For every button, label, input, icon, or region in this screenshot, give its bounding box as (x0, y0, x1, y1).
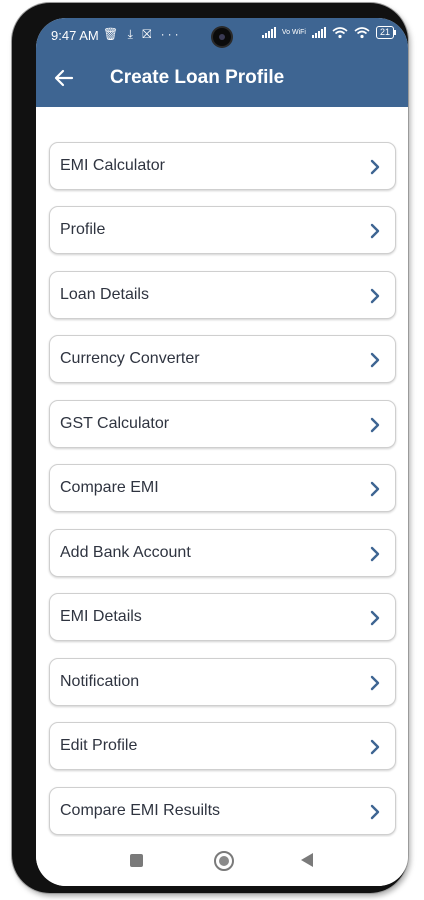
home-icon[interactable] (214, 851, 234, 871)
notification-icons: 🗑 ⤓ ⛝ ··· (103, 27, 182, 41)
wifi-icon-2 (354, 26, 370, 38)
menu-item-label: Notification (60, 673, 140, 690)
menu-item-emi-calculator[interactable]: EMI Calculator (49, 142, 396, 190)
chevron-right-icon (370, 481, 380, 497)
chevron-right-icon (370, 804, 380, 820)
menu-item-label: GST Calculator (60, 415, 170, 432)
status-bar: 9:47 AM 🗑 ⤓ ⛝ ··· Vo WiFi 21 (36, 18, 408, 54)
chevron-right-icon (370, 610, 380, 626)
chevron-right-icon (370, 352, 380, 368)
menu-item-compare-emi[interactable]: Compare EMI (49, 464, 396, 512)
menu-item-label: EMI Details (60, 608, 142, 625)
menu-item-label: Edit Profile (60, 737, 138, 754)
system-nav-bar (36, 837, 408, 886)
phone-frame: 9:47 AM 🗑 ⤓ ⛝ ··· Vo WiFi 21 Create Loan… (12, 3, 408, 893)
chevron-right-icon (370, 288, 380, 304)
menu-item-label: EMI Calculator (60, 157, 165, 174)
menu-item-label: Add Bank Account (60, 544, 191, 561)
menu-item-add-bank-account[interactable]: Add Bank Account (49, 529, 396, 577)
menu-item-notification[interactable]: Notification (49, 658, 396, 706)
menu-item-label: Profile (60, 221, 106, 238)
battery-icon: 21 (375, 26, 397, 39)
chevron-right-icon (370, 223, 380, 239)
chevron-right-icon (370, 159, 380, 175)
signal-icon (261, 27, 276, 38)
chevron-right-icon (370, 739, 380, 755)
camera-icon (213, 28, 231, 46)
vowifi-label: Vo WiFi (281, 29, 306, 36)
menu-item-compare-emi-results[interactable]: Compare EMI Resuilts (49, 787, 396, 835)
menu-item-label: Compare EMI Resuilts (60, 802, 221, 819)
menu-list: EMI Calculator Profile Loan Details Curr… (36, 107, 408, 837)
chevron-right-icon (370, 417, 380, 433)
app-bar: Create Loan Profile (36, 54, 408, 107)
menu-item-currency-converter[interactable]: Currency Converter (49, 335, 396, 383)
status-time: 9:47 AM (51, 28, 99, 43)
wifi-icon (332, 26, 348, 38)
menu-item-profile[interactable]: Profile (49, 206, 396, 254)
back-arrow-icon[interactable] (52, 66, 76, 90)
screen: 9:47 AM 🗑 ⤓ ⛝ ··· Vo WiFi 21 Create Loan… (36, 18, 408, 886)
menu-item-label: Compare EMI (60, 479, 159, 496)
menu-item-gst-calculator[interactable]: GST Calculator (49, 400, 396, 448)
signal-icon-2 (311, 27, 326, 38)
menu-item-label: Loan Details (60, 286, 149, 303)
menu-item-loan-details[interactable]: Loan Details (49, 271, 396, 319)
chevron-right-icon (370, 675, 380, 691)
menu-item-edit-profile[interactable]: Edit Profile (49, 722, 396, 770)
system-icons: Vo WiFi 21 (261, 26, 397, 39)
system-back-icon[interactable] (301, 853, 313, 867)
menu-item-emi-details[interactable]: EMI Details (49, 593, 396, 641)
chevron-right-icon (370, 546, 380, 562)
recents-icon[interactable] (130, 854, 143, 867)
page-title: Create Loan Profile (110, 67, 285, 88)
menu-item-label: Currency Converter (60, 350, 200, 367)
